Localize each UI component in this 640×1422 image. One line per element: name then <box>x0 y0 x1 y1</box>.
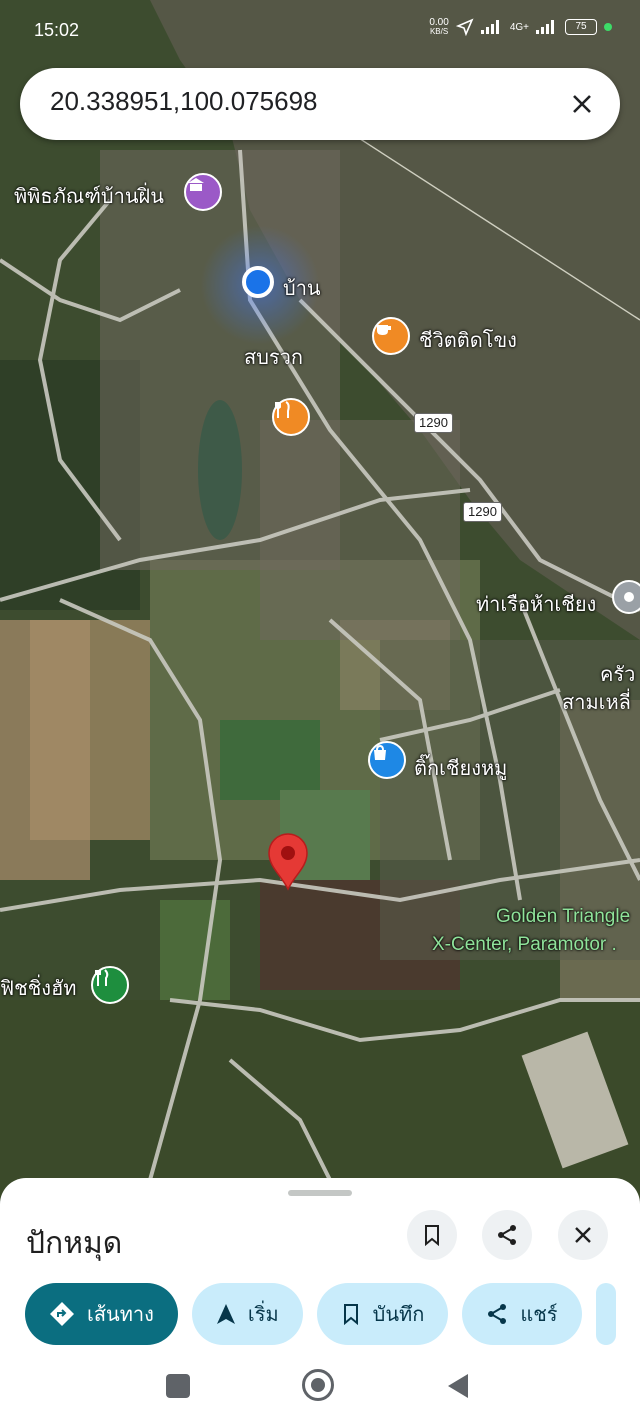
pier-icon[interactable] <box>612 580 640 614</box>
status-bar: 15:02 0.00 KB/S 4G+ 75 <box>0 0 640 62</box>
home-icon <box>311 1378 325 1392</box>
close-sheet-button[interactable] <box>558 1210 608 1260</box>
map-label-cafe[interactable]: ชีวิตติดโขง <box>419 324 517 356</box>
share-chip-button[interactable]: แชร์ <box>462 1283 582 1345</box>
start-label: เริ่ม <box>247 1302 279 1326</box>
map-label-golden-1[interactable]: Golden Triangle <box>496 906 630 928</box>
map-label-golden-2[interactable]: X-Center, Paramotor . <box>432 934 617 956</box>
home-button[interactable] <box>302 1369 334 1401</box>
data-speed-value: 0.00 <box>429 17 449 28</box>
system-nav-bar <box>0 1360 640 1422</box>
map-label-kitchen-2[interactable]: สามเหลี่ <box>562 686 631 718</box>
location-arrow-icon <box>455 18 474 36</box>
directions-label: เส้นทาง <box>87 1302 154 1326</box>
share-button[interactable] <box>482 1210 532 1260</box>
directions-icon <box>50 1302 74 1326</box>
map-label-museum[interactable]: พิพิธภัณฑ์บ้านฝิ่น <box>14 180 164 212</box>
directions-button[interactable]: เส้นทาง <box>25 1283 178 1345</box>
sheet-title: ปักหมุด <box>26 1226 123 1261</box>
bookmark-icon <box>343 1304 358 1325</box>
close-icon <box>573 95 591 113</box>
search-box[interactable]: 20.338951,100.075698 <box>20 68 620 140</box>
drag-handle[interactable] <box>288 1190 352 1196</box>
back-button[interactable] <box>446 1372 470 1400</box>
museum-icon[interactable] <box>184 173 222 211</box>
status-time: 15:02 <box>34 20 80 40</box>
map-label-sop-ruak[interactable]: สบรวก <box>244 341 303 373</box>
navigation-arrow-icon <box>216 1304 235 1324</box>
start-button[interactable]: เริ่ม <box>191 1283 303 1345</box>
battery-indicator: 75 <box>565 19 597 35</box>
signal-icon <box>480 20 499 34</box>
map-label-home[interactable]: บ้าน <box>283 272 321 304</box>
more-chip[interactable] <box>595 1283 616 1345</box>
bottom-sheet: ปักหมุด เส้นทาง เริ่ม บันทึก แชร์ <box>0 1178 640 1360</box>
action-chips: เส้นทาง เริ่ม บันทึก แชร์ <box>25 1283 616 1345</box>
share-icon <box>488 1304 507 1324</box>
save-label: บันทึก <box>372 1302 425 1326</box>
map-label-pier[interactable]: ท่าเรือห้าเชียง <box>476 588 596 620</box>
search-input[interactable]: 20.338951,100.075698 <box>50 86 318 117</box>
data-speed-unit: KB/S <box>429 27 449 36</box>
route-shield: 1290 <box>463 502 502 522</box>
close-icon <box>575 1227 591 1243</box>
network-type: 4G+ <box>509 21 529 33</box>
restaurant-icon[interactable] <box>272 398 310 436</box>
clear-search-button[interactable] <box>562 84 602 124</box>
status-icons: 0.00 KB/S 4G+ 75 <box>429 18 612 36</box>
park-icon[interactable] <box>91 966 129 1004</box>
signal-icon-2 <box>536 20 554 34</box>
route-shield: 1290 <box>414 413 453 433</box>
satellite-map[interactable]: พิพิธภัณฑ์บ้านฝิ่น บ้าน สบรวก ชีวิตติดโข… <box>0 0 640 1200</box>
shopping-icon[interactable] <box>368 741 406 779</box>
map-label-shop[interactable]: ติ๊กเชียงหมู <box>414 752 507 784</box>
data-speed: 0.00 KB/S <box>429 17 449 37</box>
privacy-dot-icon <box>604 23 612 31</box>
my-location-dot[interactable] <box>242 266 274 298</box>
share-icon <box>498 1225 516 1245</box>
recents-button[interactable] <box>166 1374 190 1398</box>
cafe-icon[interactable] <box>372 317 410 355</box>
map-label-fishing[interactable]: ฟิชชิ่งฮัท <box>0 972 76 1004</box>
bookmark-button[interactable] <box>407 1210 457 1260</box>
share-label: แชร์ <box>520 1302 558 1326</box>
bookmark-icon <box>425 1225 439 1246</box>
save-button[interactable]: บันทึก <box>316 1283 449 1345</box>
